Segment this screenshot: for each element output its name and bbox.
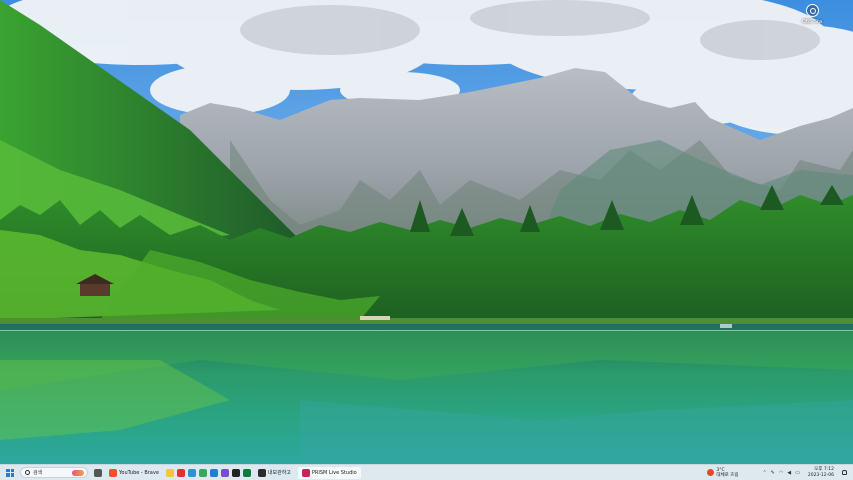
app-shortcut-icon [805,4,819,17]
taskbar-search-box[interactable]: 검색 [20,467,88,478]
taskbar-clock[interactable]: 오후 7:12 2023-12-06 [808,467,834,478]
battery-icon[interactable]: ▭ [795,470,800,476]
system-tray: 3°C 대체로 흐림 ⌃ ✎ ◠ ◀ ▭ 오후 7:12 2023-12-06 [707,465,853,480]
search-icon [25,470,30,475]
taskbar-task-notes[interactable]: 내보관하고 [254,467,295,479]
edge-icon[interactable] [187,468,196,477]
pen-icon[interactable]: ✎ [771,470,775,476]
clock-date: 2023-12-06 [807,472,834,478]
prism-live-icon [301,468,310,477]
task-label: YouTube - Brave [119,469,159,476]
task-label: 내보관하고 [267,470,291,476]
taskbar-task-prism[interactable]: PRISM Live Studio [297,466,361,479]
brave-browser-icon [109,468,117,477]
task-view-icon[interactable] [94,468,102,477]
task-label: PRISM Live Studio [311,469,357,476]
file-explorer-icon[interactable] [165,468,174,477]
search-highlight-icon [72,469,84,476]
taskbar: 검색 YouTube - Brave 내보관하고 PRISM Live Stud… [0,464,853,480]
weather-desc: 대체로 흐림 [716,472,739,478]
desktop-wallpaper [0,0,853,464]
desktop-shortcut[interactable]: OBS Sta [797,2,827,32]
taskbar-task-brave[interactable]: YouTube - Brave [105,467,163,479]
taskbar-apps: YouTube - Brave 내보관하고 PRISM Live Studio [94,466,361,479]
app-icon[interactable] [242,468,251,477]
chrome-icon[interactable] [198,468,207,477]
weather-widget[interactable]: 3°C 대체로 흐림 [707,468,738,478]
app-icon[interactable] [231,468,240,477]
weather-icon [707,469,715,476]
wifi-icon[interactable]: ◠ [779,470,783,476]
tray-icons: ⌃ ✎ ◠ ◀ ▭ [762,470,799,476]
desktop-shortcut-label: OBS Sta [801,19,823,25]
windows-start-icon[interactable] [6,468,14,477]
notification-bell-icon[interactable] [842,470,847,475]
app-icon[interactable] [220,468,229,477]
speaker-icon[interactable]: ◀ [787,470,791,476]
notes-app-icon [257,468,266,477]
mountain-lake-photo [0,0,853,464]
app-icon[interactable] [209,468,218,477]
search-placeholder: 검색 [33,470,43,476]
youtube-icon[interactable] [176,468,185,477]
chevron-up-icon[interactable]: ⌃ [762,470,766,476]
